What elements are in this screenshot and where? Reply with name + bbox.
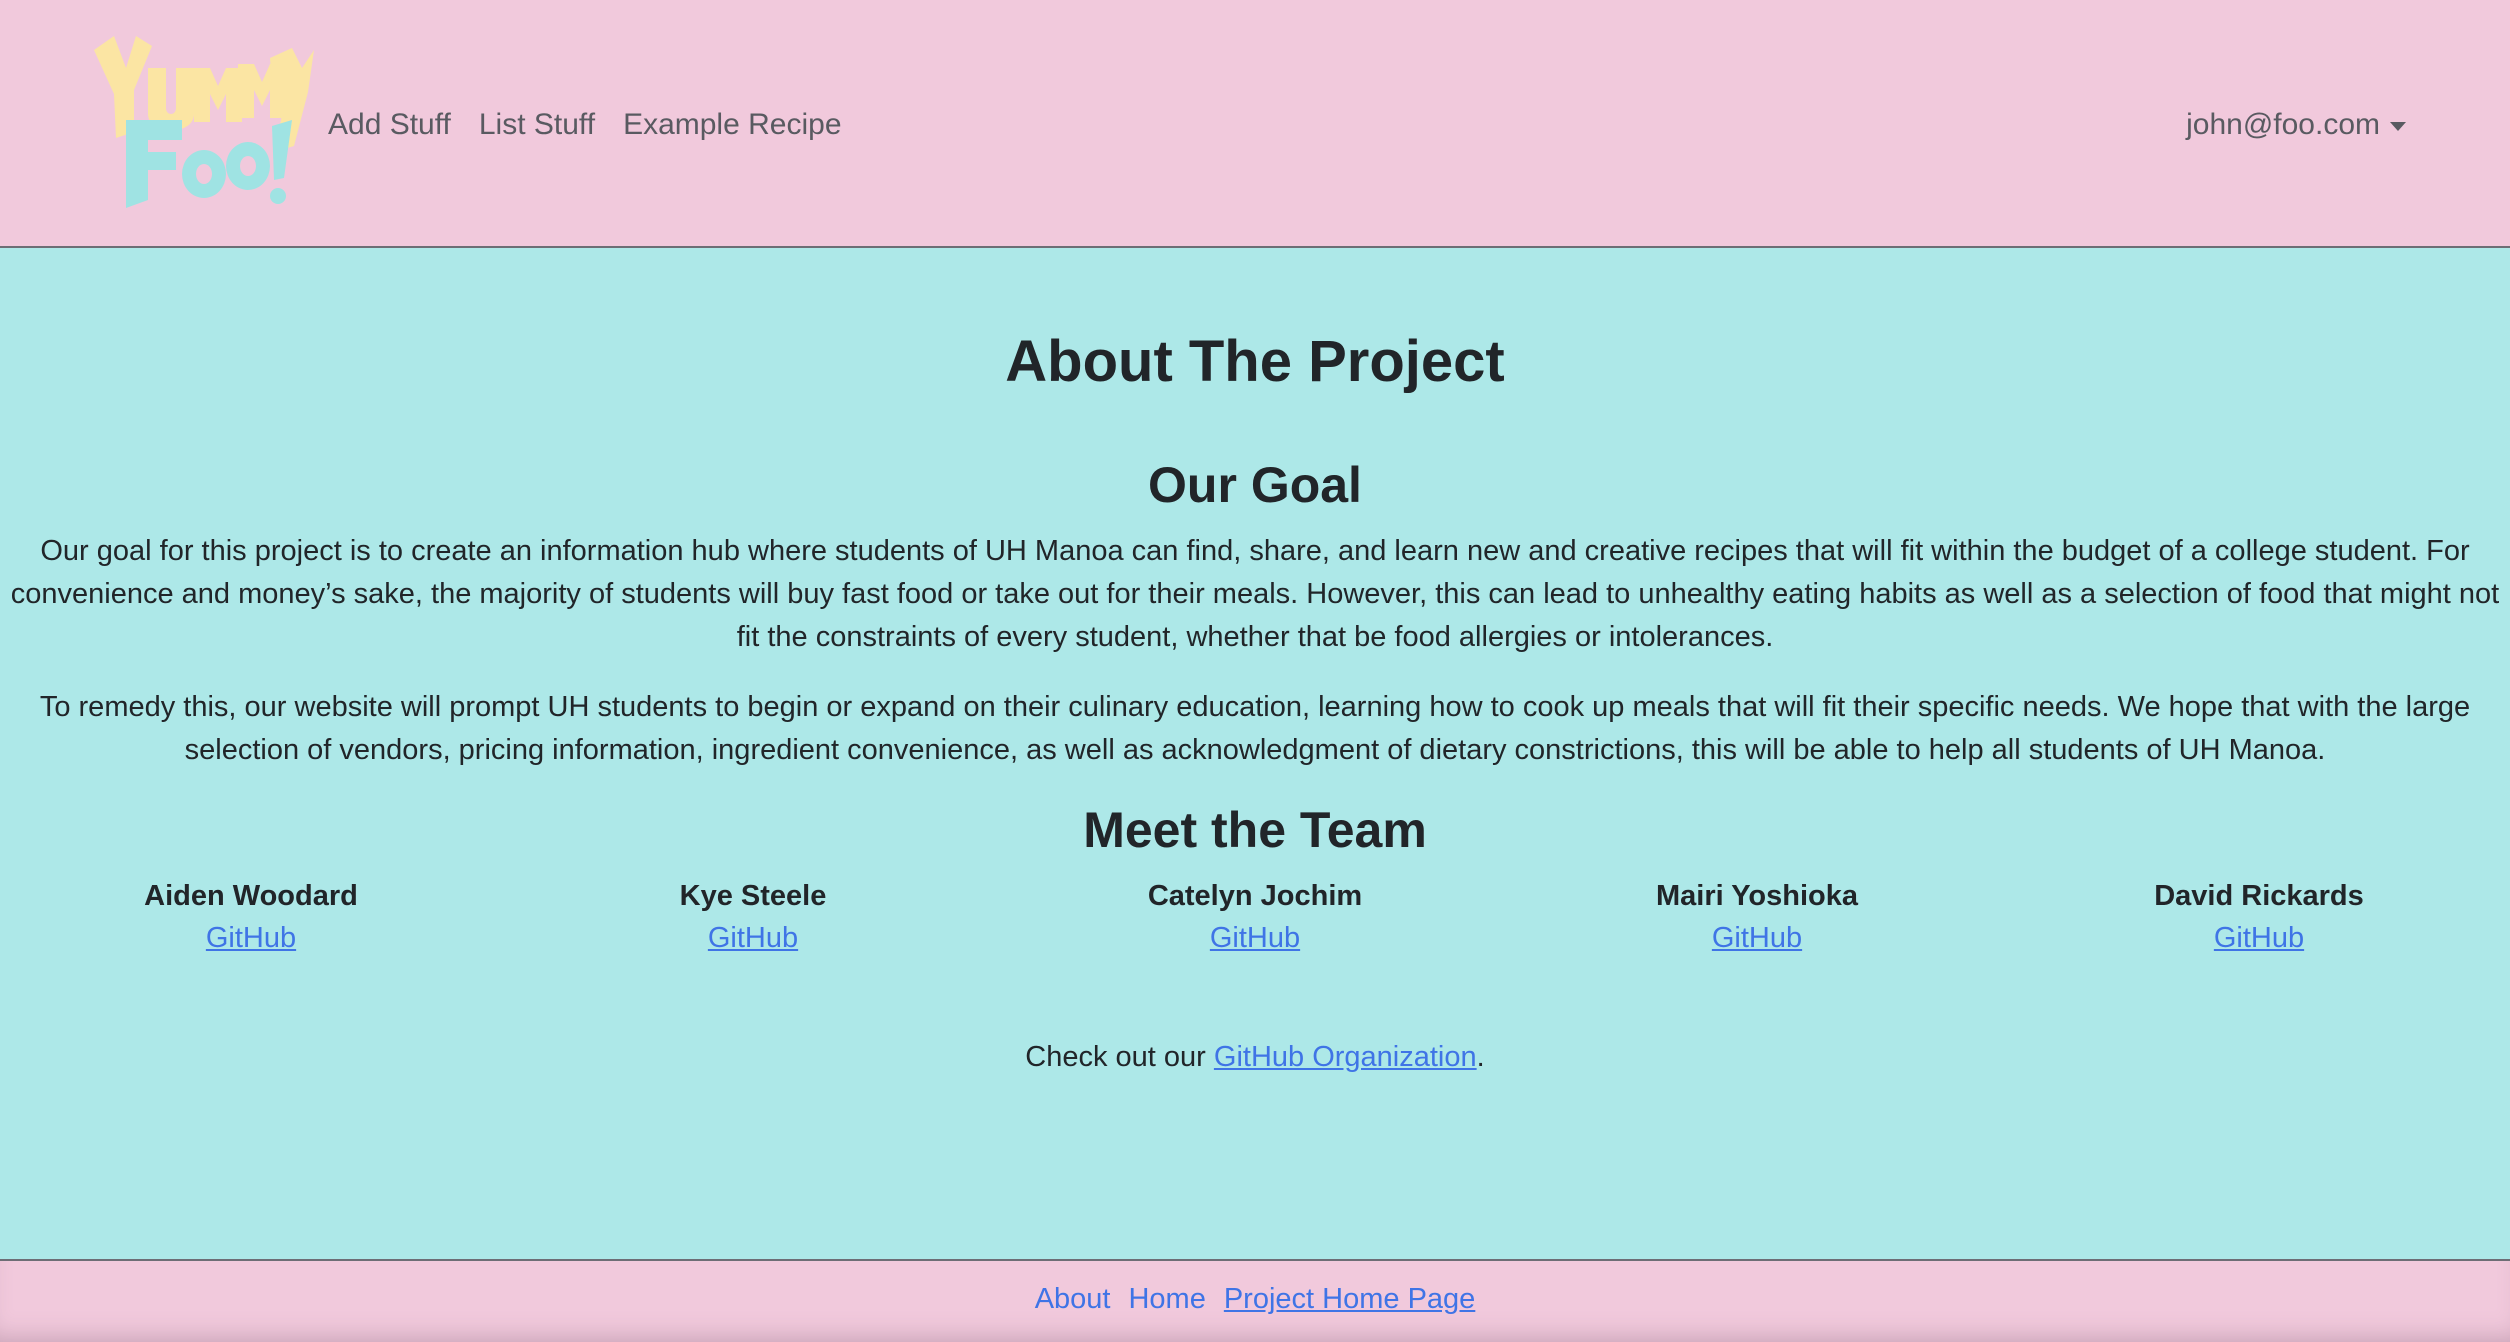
member-github-link[interactable]: GitHub — [708, 916, 798, 960]
footer-links: About Home Project Home Page — [0, 1283, 2510, 1316]
navbar: Add Stuff List Stuff Example Recipe john… — [0, 0, 2510, 248]
member-github-link[interactable]: GitHub — [2214, 916, 2304, 960]
caret-down-icon — [2390, 121, 2406, 131]
org-line: Check out our GitHub Organization. — [0, 1036, 2510, 1078]
yummy-foo-logo[interactable] — [88, 28, 314, 224]
nav-list-stuff[interactable]: List Stuff — [479, 108, 595, 142]
footer-home-link[interactable]: Home — [1128, 1283, 1205, 1316]
page-title: About The Project — [1005, 329, 1505, 394]
member-name: Catelyn Jochim — [1147, 880, 1363, 912]
member-name: Kye Steele — [679, 880, 827, 912]
github-organization-link[interactable]: GitHub Organization — [1214, 1041, 1477, 1073]
footer-project-home-link[interactable]: Project Home Page — [1224, 1283, 1475, 1316]
team-heading: Meet the Team — [1083, 802, 1427, 858]
team-member: Kye Steele GitHub — [502, 876, 1004, 960]
org-suffix: . — [1476, 1041, 1485, 1073]
member-name: David Rickards — [2154, 880, 2364, 912]
goal-paragraph-2: To remedy this, our website will prompt … — [39, 691, 2471, 766]
team-member: Catelyn Jochim GitHub — [1004, 876, 1506, 960]
nav-links: Add Stuff List Stuff Example Recipe — [328, 100, 842, 150]
main-content: About The Project Our Goal Our goal for … — [0, 248, 2510, 1259]
nav-add-stuff[interactable]: Add Stuff — [328, 108, 451, 142]
goal-heading: Our Goal — [1148, 457, 1362, 513]
member-name: Aiden Woodard — [144, 880, 358, 912]
footer: About Home Project Home Page — [0, 1259, 2510, 1342]
team-member: Aiden Woodard GitHub — [0, 876, 502, 960]
member-github-link[interactable]: GitHub — [206, 916, 296, 960]
nav-example-recipe[interactable]: Example Recipe — [623, 108, 841, 142]
user-dropdown[interactable]: john@foo.com — [2186, 100, 2406, 150]
member-github-link[interactable]: GitHub — [1210, 916, 1300, 960]
org-prefix: Check out our — [1025, 1041, 1214, 1073]
user-email: john@foo.com — [2186, 108, 2380, 141]
team-member: Mairi Yoshioka GitHub — [1506, 876, 2008, 960]
page: Add Stuff List Stuff Example Recipe john… — [0, 0, 2510, 1342]
team-member: David Rickards GitHub — [2008, 876, 2510, 960]
member-name: Mairi Yoshioka — [1656, 880, 1858, 912]
member-github-link[interactable]: GitHub — [1712, 916, 1802, 960]
footer-about-link[interactable]: About — [1035, 1283, 1111, 1316]
team-list: Aiden Woodard GitHub Kye Steele GitHub C… — [0, 876, 2510, 960]
goal-paragraph-1: Our goal for this project is to create a… — [10, 535, 2500, 653]
